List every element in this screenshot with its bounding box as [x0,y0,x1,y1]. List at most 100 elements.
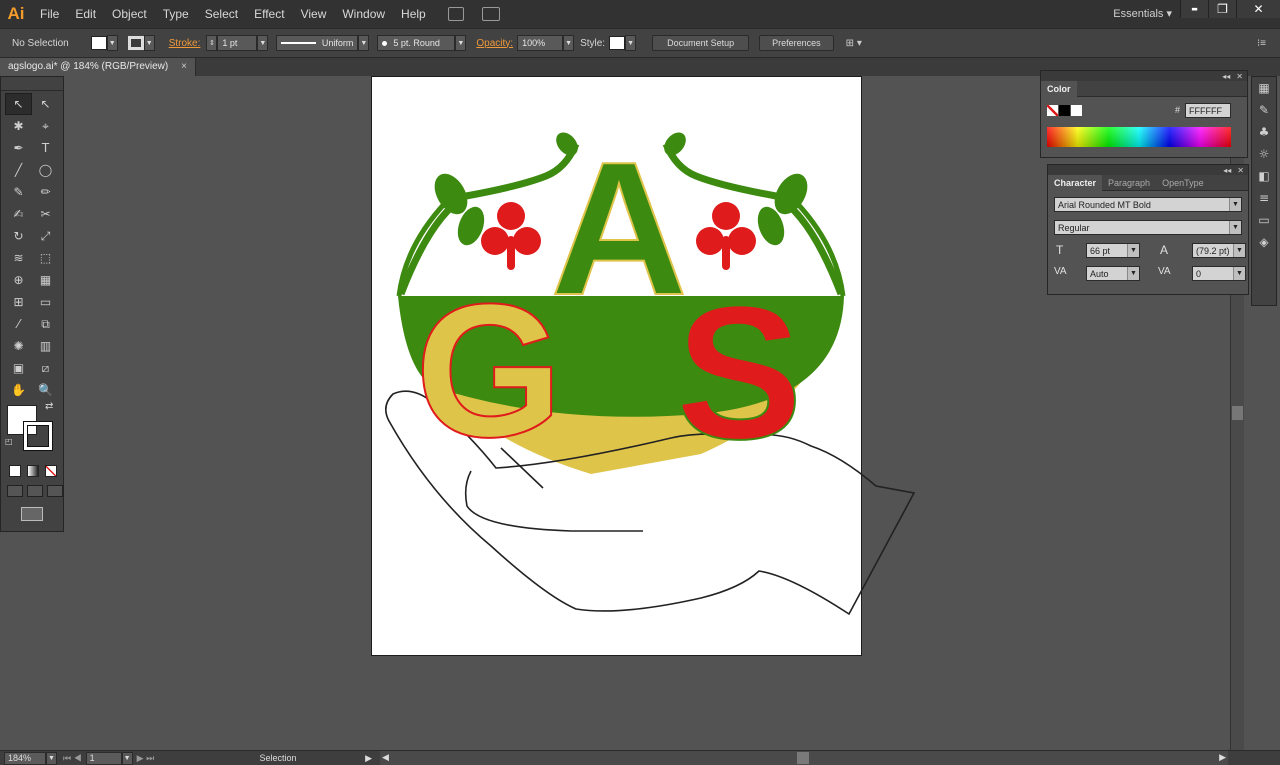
draw-behind-icon[interactable] [27,485,43,497]
rotate-tool[interactable]: ↻ [5,225,32,247]
close-document-icon[interactable]: × [181,58,187,76]
horizontal-scroll-thumb[interactable] [797,752,809,764]
scroll-right-icon[interactable]: ▶ [1219,752,1226,763]
panel-close-icon[interactable]: ✕ [1237,166,1244,175]
letter-g[interactable]: G [414,264,564,478]
arrange-documents-icon[interactable] [481,7,500,21]
opacity-field[interactable]: 100% [517,35,564,51]
kerning-dropdown[interactable]: ▼ [1127,267,1139,280]
layers-icon[interactable]: ◈ [1252,231,1276,253]
lasso-tool[interactable]: ⌖ [32,115,59,137]
clover-right[interactable] [696,202,756,270]
ellipse-tool[interactable]: ◯ [32,159,59,181]
none-mode-button[interactable] [45,465,57,477]
brush-definition[interactable]: 5 pt. Round [377,35,456,51]
minimize-button[interactable]: ▬ [1180,0,1208,18]
tab-paragraph[interactable]: Paragraph [1102,175,1156,191]
selection-tool[interactable]: ↖ [5,93,32,115]
profile-dropdown[interactable]: ▼ [358,35,370,51]
preferences-button[interactable]: Preferences [759,35,834,51]
font-size-field[interactable]: 66 pt ▼ [1086,243,1140,258]
document-setup-button[interactable]: Document Setup [652,35,750,51]
close-button[interactable]: ✕ [1236,0,1280,18]
kerning-field[interactable]: Auto ▼ [1086,266,1140,281]
graphic-style-swatch[interactable] [609,36,626,50]
default-colors-icon[interactable]: ◰ [5,437,13,446]
menu-help[interactable]: Help [393,0,434,28]
pen-tool[interactable]: ✒ [5,137,32,159]
font-style-dropdown[interactable]: ▼ [1229,221,1241,234]
opacity-dropdown[interactable]: ▼ [563,35,575,51]
restore-button[interactable]: ❐ [1208,0,1236,18]
font-family-dropdown[interactable]: ▼ [1229,198,1241,211]
gradient-tool[interactable]: ▭ [32,291,59,313]
line-tool[interactable]: ╱ [5,159,32,181]
menu-object[interactable]: Object [104,0,155,28]
color-mode-button[interactable] [9,465,21,477]
slice-tool[interactable]: ⧄ [32,357,59,379]
symbol-sprayer-tool[interactable]: ✺ [5,335,32,357]
current-tool-status[interactable]: Selection ▶ [182,751,374,765]
column-graph-tool[interactable]: ▥ [32,335,59,357]
document-tab[interactable]: agslogo.ai* @ 184% (RGB/Preview) × [0,58,196,76]
scale-tool[interactable]: ⤢ [32,225,59,247]
hand-tool[interactable]: ✋ [5,379,32,401]
eyedropper-tool[interactable]: ⁄ [5,313,32,335]
collapse-icon[interactable]: ◂◂ [1222,72,1230,81]
zoom-dropdown[interactable]: ▼ [46,751,57,765]
gradient-icon[interactable]: ▭ [1252,209,1276,231]
menu-window[interactable]: Window [334,0,393,28]
brushes-icon[interactable]: ✎ [1252,99,1276,121]
leading-field[interactable]: (79.2 pt) ▼ [1192,243,1246,258]
scissors-tool[interactable]: ✂ [32,203,59,225]
stroke-dropdown[interactable]: ▼ [143,35,155,51]
tab-color[interactable]: Color [1041,80,1077,97]
menu-file[interactable]: File [32,0,67,28]
stroke-label[interactable]: Stroke: [169,38,201,49]
menu-effect[interactable]: Effect [246,0,292,28]
tab-character[interactable]: Character [1048,174,1103,191]
toolbox-grip[interactable] [1,77,63,91]
appearance-icon[interactable]: ☼ [1252,143,1276,165]
font-style-field[interactable]: Regular ▼ [1054,220,1242,235]
swap-fill-stroke-icon[interactable]: ⇄ [45,401,53,412]
free-transform-tool[interactable]: ⬚ [32,247,59,269]
shape-builder-tool[interactable]: ⊕ [5,269,32,291]
magic-wand-tool[interactable]: ✱ [5,115,32,137]
zoom-field[interactable]: 184% [4,751,46,765]
paintbrush-tool[interactable]: ✎ [5,181,32,203]
stroke-swatch[interactable] [127,36,144,50]
arrange-icon[interactable]: ⊞ ▾ [846,38,862,49]
type-tool[interactable]: T [32,137,59,159]
blob-brush-tool[interactable]: ✍ [5,203,32,225]
gradient-mode-button[interactable] [27,465,39,477]
color-guide-icon[interactable]: ▦ [1252,77,1276,99]
brush-dropdown[interactable]: ▼ [455,35,467,51]
font-size-dropdown[interactable]: ▼ [1127,244,1139,257]
perspective-grid-tool[interactable]: ▦ [32,269,59,291]
letter-s[interactable]: S [675,266,804,480]
stroke-weight-dropdown[interactable]: ▼ [257,35,269,51]
bridge-icon[interactable] [447,7,464,21]
hand-fingers[interactable] [464,470,643,532]
pencil-tool[interactable]: ✏ [32,181,59,203]
status-menu-arrow-icon[interactable]: ▶ [365,753,372,764]
artboard-number-field[interactable]: 1 [85,751,122,765]
draw-normal-icon[interactable] [7,485,23,497]
symbols-icon[interactable]: ♣ [1252,121,1276,143]
width-tool[interactable]: ≋ [5,247,32,269]
variable-width-profile[interactable]: Uniform [276,35,359,51]
stroke-icon[interactable]: ≡ [1252,187,1276,209]
tracking-dropdown[interactable]: ▼ [1233,267,1245,280]
mesh-tool[interactable]: ⊞ [5,291,32,313]
stroke-stepper[interactable]: ⇕ [206,35,218,51]
white-swatch[interactable] [1071,105,1082,116]
menu-view[interactable]: View [293,0,335,28]
hex-field[interactable]: FFFFFF [1185,103,1231,118]
screen-mode-icon[interactable] [21,507,43,521]
scroll-left-icon[interactable]: ◀ [382,752,389,763]
menu-edit[interactable]: Edit [67,0,104,28]
stroke-weight-field[interactable]: 1 pt [217,35,258,51]
none-swatch[interactable] [1047,105,1058,116]
fill-swatch[interactable] [90,36,107,50]
